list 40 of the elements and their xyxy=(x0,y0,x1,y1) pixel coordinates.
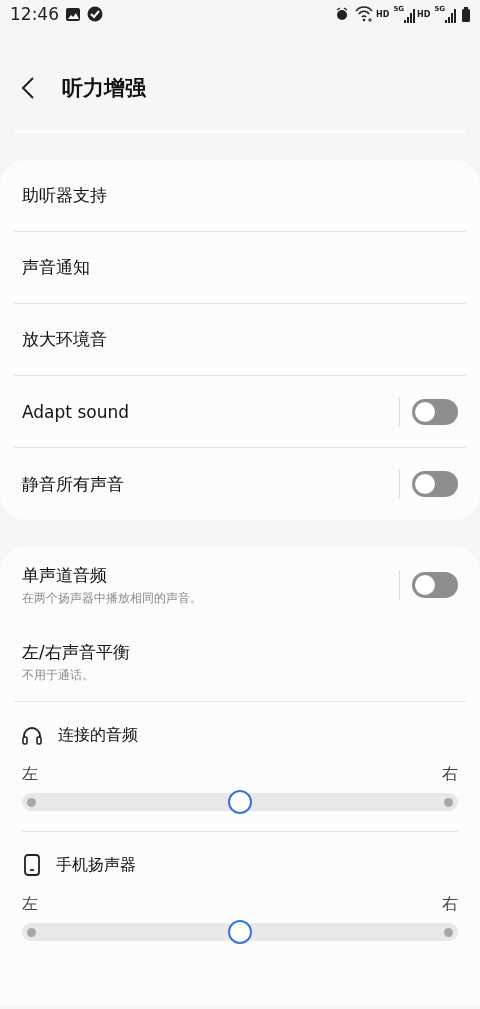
setting-label[interactable]: 单声道音频 xyxy=(22,563,399,587)
hd-label: HD xyxy=(376,9,390,19)
back-icon xyxy=(20,76,36,100)
right-label: 右 xyxy=(442,894,458,915)
setting-label[interactable]: 放大环境音 xyxy=(22,328,458,351)
device-label: 连接的音频 xyxy=(58,724,138,746)
device-label: 手机扬声器 xyxy=(56,854,136,876)
right-label: 右 xyxy=(442,764,458,785)
page-title: 听力增强 xyxy=(62,75,146,102)
setting-label[interactable]: 左/右声音平衡 xyxy=(22,641,458,664)
toggle-switch[interactable] xyxy=(412,398,458,425)
end-dot-icon xyxy=(444,928,453,937)
setting-label[interactable]: 助听器支持 xyxy=(22,184,458,207)
toggle-switch[interactable] xyxy=(412,572,458,598)
slider-thumb[interactable] xyxy=(228,920,252,944)
balance-slider[interactable] xyxy=(22,923,458,941)
setting-description: 在两个扬声器中播放相同的声音。 xyxy=(22,589,203,607)
battery-icon xyxy=(462,6,470,22)
setting-description: 不用于通话。 xyxy=(22,667,95,684)
end-dot-icon xyxy=(27,928,36,937)
shield-check-icon xyxy=(87,6,103,22)
headphones-icon xyxy=(22,725,42,745)
end-dot-icon xyxy=(27,798,36,807)
balance-slider[interactable] xyxy=(22,793,458,811)
left-label: 左 xyxy=(22,764,38,785)
gallery-icon xyxy=(65,6,81,22)
setting-label[interactable]: 静音所有声音 xyxy=(22,472,399,496)
end-dot-icon xyxy=(444,798,453,807)
hd-label: HD xyxy=(417,9,431,19)
wifi-icon xyxy=(355,5,375,23)
setting-label[interactable]: Adapt sound xyxy=(22,401,399,422)
setting-label[interactable]: 声音通知 xyxy=(22,256,458,279)
signal-icon xyxy=(404,8,416,23)
clock: 12:46 xyxy=(10,4,59,24)
left-label: 左 xyxy=(22,894,38,915)
toggle-switch[interactable] xyxy=(412,471,458,497)
slider-thumb[interactable] xyxy=(228,790,252,814)
signal-icon xyxy=(445,8,456,23)
alarm-icon xyxy=(335,7,350,21)
phone-icon xyxy=(24,854,40,876)
